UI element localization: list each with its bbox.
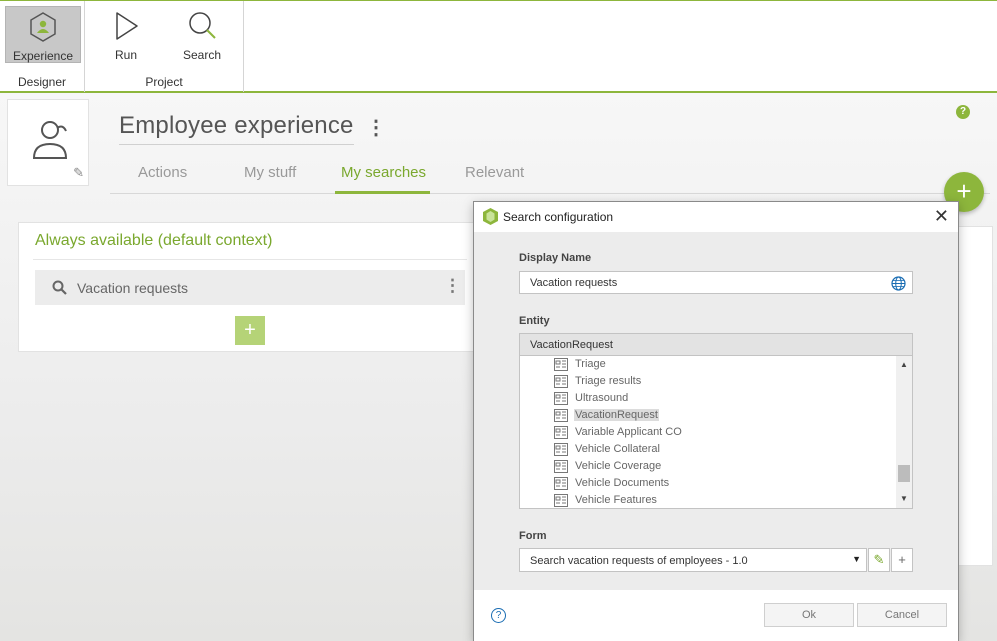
side-panel — [956, 226, 993, 566]
entity-item-label: Ultrasound — [575, 392, 629, 404]
help-badge-icon[interactable]: ? — [956, 105, 970, 119]
experience-button[interactable]: Experience — [5, 6, 81, 63]
search-button-label: Search — [182, 48, 222, 62]
add-search-button[interactable]: + — [235, 316, 265, 345]
tab-actions[interactable]: Actions — [138, 164, 187, 181]
entity-icon — [554, 460, 568, 473]
display-name-label: Display Name — [519, 252, 592, 264]
search-configuration-dialog: Search configuration ✕ Display Name Vaca… — [473, 201, 959, 641]
entity-item-label: Vehicle Features — [575, 494, 657, 506]
ribbon-group-label-project: Project — [145, 75, 183, 89]
dialog-title: Search configuration — [503, 210, 614, 224]
dialog-body: Display Name Vacation requests Entity Va… — [474, 232, 958, 590]
person-icon — [32, 121, 68, 159]
entity-item-label: Variable Applicant CO — [575, 426, 682, 438]
entity-item-label: Vehicle Collateral — [575, 443, 660, 455]
entity-item-label: Vehicle Documents — [575, 477, 670, 489]
ribbon-group-designer: Experience Designer — [0, 1, 85, 92]
entity-icon — [554, 494, 568, 507]
entity-selected-value: VacationRequest — [519, 333, 913, 356]
search-item-menu-icon[interactable]: ⋮ — [444, 276, 461, 296]
edit-form-button[interactable]: ✎ — [868, 548, 890, 572]
title-menu-icon[interactable]: ⋮ — [366, 115, 386, 140]
entity-icon — [554, 375, 568, 388]
entity-icon — [554, 392, 568, 405]
globe-icon[interactable] — [891, 276, 906, 291]
chevron-down-icon: ▼ — [852, 554, 861, 564]
run-button-label: Run — [114, 48, 137, 62]
search-icon — [189, 12, 216, 39]
default-context-card: Always available (default context) Vacat… — [18, 222, 478, 352]
entity-icon — [554, 426, 568, 439]
entity-item-label: VacationRequest — [574, 409, 659, 421]
search-item-label: Vacation requests — [77, 280, 189, 296]
edit-pencil-icon[interactable]: ✎ — [73, 165, 84, 181]
entity-icon — [554, 409, 568, 422]
experience-icon — [30, 12, 56, 42]
cancel-button[interactable]: Cancel — [857, 603, 947, 627]
active-tab-indicator — [335, 191, 430, 194]
ribbon-toolbar: Experience Designer Run Search Project — [0, 0, 997, 93]
tab-relevant[interactable]: Relevant — [465, 164, 524, 181]
run-button[interactable]: Run — [88, 6, 164, 63]
entity-label: Entity — [519, 315, 550, 327]
search-button[interactable]: Search — [164, 6, 240, 63]
display-name-value: Vacation requests — [530, 277, 618, 289]
display-name-field[interactable]: Vacation requests — [519, 271, 913, 294]
divider — [33, 259, 467, 260]
help-icon[interactable]: ? — [491, 608, 506, 623]
scrollbar-thumb[interactable] — [898, 465, 910, 482]
scroll-down-icon[interactable]: ▼ — [900, 494, 908, 503]
scroll-up-icon[interactable]: ▲ — [900, 360, 908, 369]
entity-list[interactable]: Triage Triage results Ultrasound Vacatio… — [519, 355, 913, 509]
search-list-item[interactable]: Vacation requests ⋮ — [35, 270, 465, 305]
entity-item-label: Triage — [575, 358, 606, 370]
form-select[interactable]: Search vacation requests of employees - … — [519, 548, 867, 572]
form-select-value: Search vacation requests of employees - … — [530, 555, 748, 567]
entity-icon — [554, 443, 568, 456]
ok-button[interactable]: Ok — [764, 603, 854, 627]
close-icon[interactable]: ✕ — [934, 206, 949, 227]
add-form-button[interactable]: + — [891, 548, 913, 572]
dialog-footer: ? Ok Cancel — [474, 590, 958, 641]
entity-icon — [554, 477, 568, 490]
tab-my-stuff[interactable]: My stuff — [244, 164, 296, 181]
dialog-header: Search configuration ✕ — [474, 202, 958, 232]
magnifier-icon — [52, 280, 67, 295]
entity-icon — [554, 358, 568, 371]
page-title: Employee experience — [119, 112, 354, 145]
app-logo-icon — [483, 208, 498, 225]
entity-list-scrollbar[interactable]: ▲ ▼ — [896, 356, 912, 508]
entity-item-label: Vehicle Coverage — [575, 460, 662, 472]
entity-item-label: Triage results — [575, 375, 642, 387]
context-card-title: Always available (default context) — [35, 232, 273, 249]
experience-avatar[interactable]: ✎ — [7, 99, 89, 186]
ribbon-group-project: Run Search Project — [85, 1, 244, 92]
form-label: Form — [519, 530, 547, 542]
play-icon — [116, 12, 138, 40]
tab-my-searches[interactable]: My searches — [341, 164, 426, 181]
tab-bar: Actions My stuff My searches Relevant — [110, 158, 990, 194]
experience-button-label: Experience — [12, 49, 74, 63]
ribbon-group-label-designer: Designer — [17, 75, 67, 89]
